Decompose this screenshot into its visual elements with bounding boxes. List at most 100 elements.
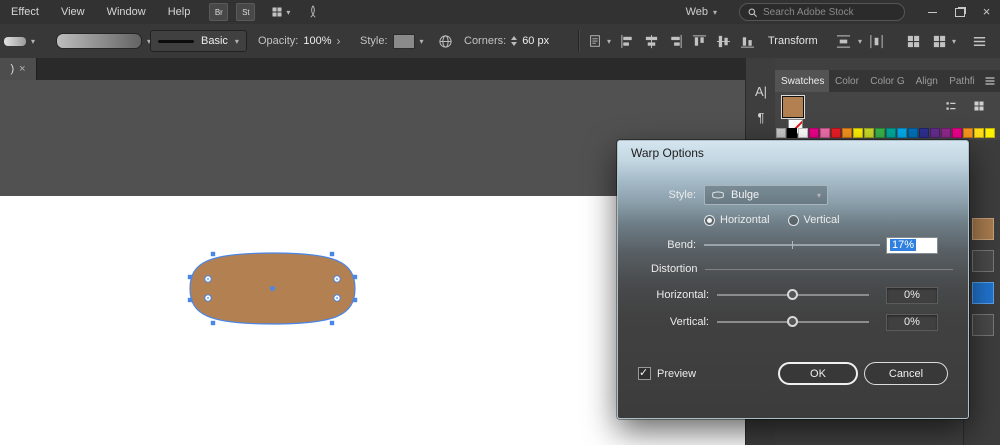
dock-panel-icon[interactable] (971, 250, 994, 272)
distribute-vertical-icon[interactable] (836, 34, 851, 49)
align-middle-icon[interactable] (716, 34, 731, 49)
swatch-chip[interactable] (820, 128, 830, 138)
radio-unselected-icon (787, 214, 799, 226)
stroke-profile-dropdown[interactable] (56, 24, 151, 58)
swatch-chip[interactable] (919, 128, 929, 138)
grid-view-button[interactable] (973, 100, 985, 112)
list-view-button[interactable] (945, 100, 957, 112)
swatch-chip[interactable] (864, 128, 874, 138)
tab-align[interactable]: Align (910, 70, 944, 92)
corners-control[interactable]: Corners: 60 px (464, 24, 549, 58)
preview-checkbox[interactable]: Preview (638, 366, 696, 380)
grid-icon (906, 34, 921, 49)
document-setup-button[interactable] (438, 24, 453, 58)
tab-color[interactable]: Color (829, 70, 864, 92)
stock-search-input[interactable]: Search Adobe Stock (739, 3, 905, 21)
swatch-chip[interactable] (985, 128, 995, 138)
menu-window[interactable]: Window (96, 0, 157, 24)
panel-menu-button[interactable] (972, 24, 987, 58)
tab-close-icon[interactable] (19, 63, 25, 75)
align-bottom-icon[interactable] (740, 34, 755, 49)
horizontal-value-field[interactable]: 0% (886, 286, 938, 304)
vertical-radio-label: Vertical (803, 214, 840, 226)
vertical-slider[interactable] (717, 316, 869, 328)
align-top-icon[interactable] (692, 34, 707, 49)
swatch-chip[interactable] (897, 128, 907, 138)
swatch-chip[interactable] (842, 128, 852, 138)
align-left-icon[interactable] (620, 34, 635, 49)
swatch-chip[interactable] (787, 128, 797, 138)
dock-active-panel-icon[interactable] (971, 282, 994, 304)
transform-link[interactable]: Transform (768, 24, 818, 58)
dock-swatch-icon[interactable] (971, 218, 994, 240)
ok-button[interactable]: OK (778, 362, 858, 385)
tab-pathfinder[interactable]: Pathfi (943, 70, 980, 92)
swatch-chip[interactable] (930, 128, 940, 138)
tab-swatches[interactable]: Swatches (775, 70, 830, 92)
opacity-panel-arrow-icon[interactable] (337, 34, 341, 48)
swatch-chip[interactable] (952, 128, 962, 138)
panel-menu-button[interactable] (980, 70, 1000, 92)
align-center-icon[interactable] (644, 34, 659, 49)
vertical-value-field[interactable]: 0% (886, 313, 938, 331)
vertical-slider-handle[interactable] (787, 316, 798, 327)
distribute-group (836, 24, 884, 58)
opacity-value[interactable]: 100% (303, 35, 331, 47)
dock-panel-icon[interactable] (971, 314, 994, 336)
brush-dropdown[interactable]: Basic (150, 24, 247, 58)
stock-button[interactable]: St (236, 3, 256, 21)
corners-label: Corners: (464, 35, 507, 47)
tab-color-guide[interactable]: Color G (864, 70, 909, 92)
vertical-radio[interactable]: Vertical (787, 214, 840, 226)
character-panel-button[interactable]: A| (746, 78, 776, 104)
group-divider (705, 268, 953, 270)
swatch-grid (776, 128, 999, 139)
corners-value[interactable]: 60 px (522, 35, 549, 47)
swatch-chip[interactable] (941, 128, 951, 138)
cancel-button[interactable]: Cancel (864, 362, 948, 385)
snap-options-dropdown[interactable] (932, 24, 956, 58)
gpu-performance-button[interactable] (306, 5, 320, 19)
opacity-control[interactable]: Opacity: 100% (258, 24, 341, 58)
bridge-button[interactable]: Br (209, 3, 229, 21)
shape-options-button[interactable] (906, 24, 921, 58)
arrange-documents-button[interactable] (271, 6, 290, 18)
close-button[interactable] (973, 0, 1000, 24)
menu-help[interactable]: Help (157, 0, 202, 24)
align-right-icon[interactable] (668, 34, 683, 49)
distribute-horizontal-icon[interactable] (869, 34, 884, 49)
restore-button[interactable] (946, 0, 973, 24)
paragraph-panel-button[interactable]: ¶ (746, 104, 776, 130)
menu-effect[interactable]: Effect (0, 0, 50, 24)
bend-value-field[interactable]: 17% (886, 236, 938, 254)
selected-shape-group[interactable] (185, 246, 360, 331)
swatch-chip[interactable] (974, 128, 984, 138)
style-control[interactable]: Style: (360, 24, 424, 58)
horizontal-slider-handle[interactable] (787, 289, 798, 300)
swatch-chip[interactable] (886, 128, 896, 138)
selected-swatch[interactable] (783, 97, 803, 117)
minimize-button[interactable] (919, 0, 946, 24)
horizontal-radio[interactable]: Horizontal (704, 214, 770, 226)
swatch-chip[interactable] (798, 128, 808, 138)
document-tab[interactable]: ) (0, 58, 37, 80)
bend-slider[interactable] (704, 239, 899, 251)
swatch-chip[interactable] (776, 128, 786, 138)
swatch-chip[interactable] (875, 128, 885, 138)
swatch-chip[interactable] (853, 128, 863, 138)
corners-stepper[interactable] (511, 36, 518, 46)
swatch-chip[interactable] (963, 128, 973, 138)
bend-value-text: 17% (890, 239, 917, 251)
swatch-chip[interactable] (831, 128, 841, 138)
align-group (620, 24, 755, 58)
document-options-dropdown[interactable] (588, 24, 611, 58)
swatch-chip[interactable] (908, 128, 918, 138)
workspace-switcher[interactable]: Web (686, 6, 717, 18)
warp-style-dropdown[interactable]: Bulge (704, 185, 828, 205)
menu-view[interactable]: View (50, 0, 96, 24)
style-label: Style: (668, 189, 696, 201)
horizontal-slider[interactable] (717, 289, 869, 301)
width-profile-dropdown[interactable] (4, 24, 35, 58)
swatch-chip[interactable] (809, 128, 819, 138)
chevron-down-icon (235, 35, 239, 47)
